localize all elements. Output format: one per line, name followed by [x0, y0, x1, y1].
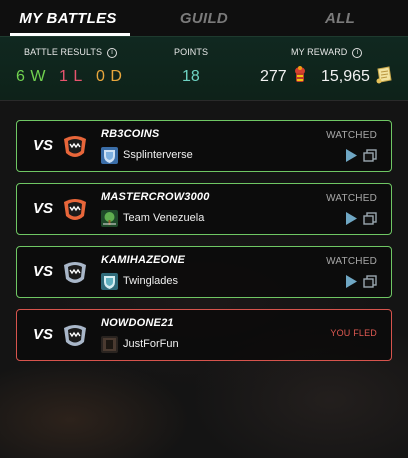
losses-value: 1 L: [59, 68, 83, 85]
wins-value: 6 W: [16, 68, 46, 85]
vs-label: VS: [33, 137, 54, 154]
tree-guild-icon: [101, 210, 118, 227]
tab-all[interactable]: ALL: [272, 0, 408, 36]
tab-my-battles[interactable]: MY BATTLES: [0, 0, 136, 36]
reward-chests-value: 277: [260, 68, 287, 85]
copy-icon[interactable]: [363, 275, 377, 288]
battle-row[interactable]: VS KAMIHAZEONE Twinglades WATCHED: [16, 246, 392, 298]
draws-value: 0 D: [96, 68, 123, 85]
shield-guild-icon: [101, 273, 118, 290]
play-icon[interactable]: [345, 149, 357, 162]
reward-dec-value: 15,965: [321, 68, 370, 85]
opponent-rank-badge-icon: [64, 325, 86, 346]
vs-label: VS: [33, 326, 54, 343]
status-badge: WATCHED: [326, 193, 377, 204]
dark-guild-icon: [101, 336, 118, 353]
stats-panel: BATTLE RESULTS i 6 W 1 L 0 D POINTS 18 MY…: [0, 36, 408, 100]
opponent-name[interactable]: RB3COINS: [101, 128, 159, 140]
guild-name[interactable]: Ssplinterverse: [123, 149, 193, 161]
opponent-name[interactable]: MASTERCROW3000: [101, 191, 210, 203]
battle-row[interactable]: VS NOWDONE21 JustForFun YOU FLED: [16, 309, 392, 361]
battle-tabs: MY BATTLES GUILD ALL: [0, 0, 408, 36]
opponent-name[interactable]: KAMIHAZEONE: [101, 254, 185, 266]
my-reward-label: MY REWARD i: [291, 47, 363, 58]
guild-name[interactable]: Twinglades: [123, 275, 178, 287]
red-potion-chest-icon: [295, 66, 305, 82]
info-circle-icon[interactable]: i: [107, 48, 118, 58]
guild-name[interactable]: Team Venezuela: [123, 212, 204, 224]
points-label: POINTS: [174, 47, 209, 57]
battle-row[interactable]: VS MASTERCROW3000 Team Venezuela WATCHED: [16, 183, 392, 235]
status-badge: YOU FLED: [330, 328, 377, 338]
battle-results-label: BATTLE RESULTS i: [24, 47, 118, 58]
divider: [0, 100, 408, 101]
opponent-name[interactable]: NOWDONE21: [101, 317, 174, 329]
status-badge: WATCHED: [326, 256, 377, 267]
battle-row[interactable]: VS RB3COINS Ssplinterverse WATCHED: [16, 120, 392, 172]
opponent-rank-badge-icon: [64, 199, 86, 220]
status-badge: WATCHED: [326, 130, 377, 141]
vs-label: VS: [33, 200, 54, 217]
dec-scroll-icon: [376, 66, 392, 84]
tab-guild[interactable]: GUILD: [136, 0, 272, 36]
guild-name[interactable]: JustForFun: [123, 338, 179, 350]
vs-label: VS: [33, 263, 54, 280]
copy-icon[interactable]: [363, 212, 377, 225]
play-icon[interactable]: [345, 275, 357, 288]
opponent-rank-badge-icon: [64, 262, 86, 283]
info-circle-icon[interactable]: i: [352, 48, 363, 58]
shield-guild-icon: [101, 147, 118, 164]
points-value: 18: [182, 68, 200, 85]
play-icon[interactable]: [345, 212, 357, 225]
copy-icon[interactable]: [363, 149, 377, 162]
opponent-rank-badge-icon: [64, 136, 86, 157]
